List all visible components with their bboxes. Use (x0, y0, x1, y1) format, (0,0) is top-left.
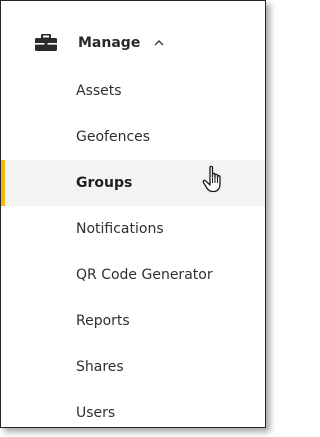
menu-item-label: Users (76, 405, 116, 421)
menu-item-notifications[interactable]: Notifications (1, 206, 265, 252)
menu-item-label: Geofences (76, 129, 151, 145)
menu-item-label: Shares (76, 359, 124, 375)
hand-pointer-icon (202, 165, 221, 193)
manage-section-header[interactable]: Manage (1, 23, 265, 63)
menu-item-geofences[interactable]: Geofences (1, 114, 265, 160)
manage-section-label: Manage (78, 35, 141, 51)
nav-panel: Manage Assets Geofences Groups Notificat… (0, 0, 266, 428)
menu-item-label: Notifications (76, 221, 164, 237)
menu-item-users[interactable]: Users (1, 390, 265, 427)
menu-item-label: Groups (76, 175, 133, 191)
manage-submenu: Assets Geofences Groups Notifications QR… (1, 68, 265, 427)
chevron-up-icon[interactable] (153, 37, 165, 49)
briefcase-icon (35, 34, 57, 51)
menu-item-shares[interactable]: Shares (1, 344, 265, 390)
menu-item-label: Reports (76, 313, 130, 329)
menu-item-label: Assets (76, 83, 122, 99)
menu-item-qr-code-generator[interactable]: QR Code Generator (1, 252, 265, 298)
menu-item-reports[interactable]: Reports (1, 298, 265, 344)
menu-item-assets[interactable]: Assets (1, 68, 265, 114)
menu-item-label: QR Code Generator (76, 267, 213, 283)
